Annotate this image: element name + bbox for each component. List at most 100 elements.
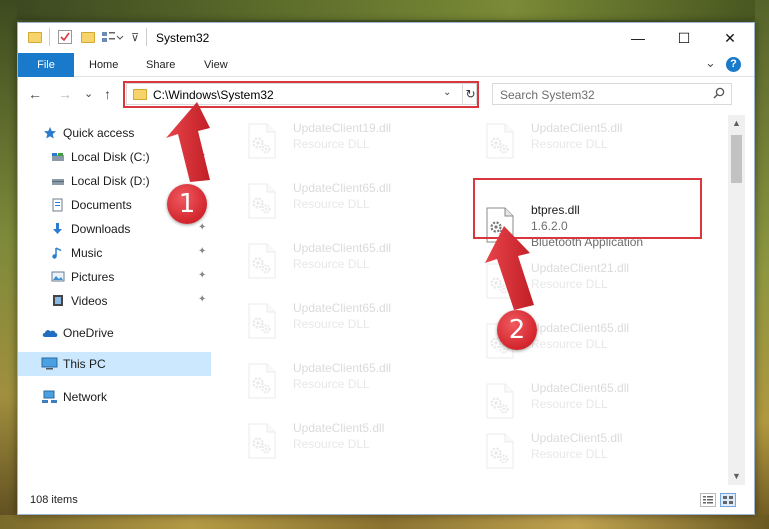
music-icon [51, 246, 64, 259]
callout-badge-2: 2 [497, 310, 537, 350]
callout-badge-1: 1 [167, 184, 207, 224]
forward-button[interactable]: → [58, 86, 72, 102]
dll-file-icon [247, 243, 277, 279]
file-description: Resource DLL [531, 277, 608, 291]
tab-home[interactable]: Home [78, 53, 129, 77]
file-description: Resource DLL [293, 197, 370, 211]
drive-icon [51, 174, 64, 187]
desktop-background-right [755, 0, 769, 529]
file-name: UpdateClient65.dll [531, 381, 630, 395]
drive-icon [51, 150, 64, 163]
large-icons-view-icon[interactable] [720, 493, 736, 507]
item-count: 108 items [30, 494, 78, 506]
close-button[interactable]: ✕ [707, 23, 753, 53]
sidebar-item-pictures[interactable]: Pictures ✦ [18, 266, 211, 288]
tab-file[interactable]: File [18, 53, 74, 77]
file-highlight-box [473, 178, 702, 239]
file-name: UpdateClient65.dll [531, 321, 630, 335]
tab-share[interactable]: Share [135, 53, 186, 77]
list-item[interactable]: UpdateClient5.dll Resource DLL [473, 119, 703, 163]
sidebar-item-label: Quick access [63, 126, 135, 140]
maximize-button[interactable]: ☐ [661, 23, 707, 53]
dll-file-icon [247, 183, 277, 219]
sidebar-item-network[interactable]: Network [18, 386, 211, 408]
computer-icon [41, 357, 58, 370]
sidebar-item-local-disk-c[interactable]: Local Disk (C:) ✦ [18, 146, 211, 168]
dll-file-icon [485, 433, 515, 469]
sidebar-item-label: This PC [63, 357, 106, 371]
pictures-icon [51, 270, 65, 283]
list-item[interactable]: UpdateClient5.dll Resource DLL [473, 429, 703, 473]
search-input[interactable]: Search System32 [492, 83, 732, 105]
cloud-icon [41, 326, 58, 339]
scroll-thumb[interactable] [731, 135, 742, 183]
pin-icon: ✦ [198, 270, 207, 281]
sidebar-item-label: OneDrive [63, 326, 114, 340]
tab-view[interactable]: View [193, 53, 239, 77]
ribbon-tabs: File Home Share View ⌄ ? [18, 53, 754, 77]
file-name: UpdateClient5.dll [531, 121, 623, 135]
scroll-up-icon[interactable]: ▲ [728, 115, 745, 132]
file-name: UpdateClient65.dll [293, 241, 392, 255]
list-item[interactable]: UpdateClient65.dll Resource DLL [235, 359, 465, 403]
details-view-icon[interactable] [700, 493, 716, 507]
scroll-down-icon[interactable]: ▼ [728, 468, 745, 485]
recent-locations-button[interactable]: ⌄ [84, 87, 93, 100]
list-item[interactable]: UpdateClient65.dll Resource DLL [235, 179, 465, 223]
sidebar-item-label: Videos [71, 294, 108, 308]
sidebar-item-label: Local Disk (C:) [71, 150, 150, 164]
sidebar-item-label: Downloads [71, 222, 131, 236]
quick-access-dropdown-icon[interactable]: ⊽ [131, 31, 139, 47]
properties-icon[interactable] [58, 30, 72, 44]
file-description: Resource DLL [293, 377, 370, 391]
file-name: UpdateClient65.dll [293, 361, 392, 375]
list-item[interactable]: UpdateClient65.dll Resource DLL [235, 299, 465, 343]
desktop-background-left [0, 0, 17, 529]
sidebar-item-videos[interactable]: Videos ✦ [18, 290, 211, 312]
window-title: System32 [156, 31, 210, 45]
file-explorer-window: ⊽ System32 — ☐ ✕ File Home Share View ⌄ … [17, 22, 755, 515]
back-button[interactable]: ← [28, 86, 42, 102]
sidebar-item-label: Pictures [71, 270, 115, 284]
file-description: Resource DLL [293, 137, 370, 151]
expand-ribbon-icon[interactable]: ⌄ [705, 55, 716, 71]
file-description: Resource DLL [531, 447, 608, 461]
sidebar-item-onedrive[interactable]: OneDrive [18, 322, 211, 344]
file-description: Resource DLL [293, 317, 370, 331]
documents-icon [51, 198, 64, 212]
minimize-button[interactable]: — [615, 23, 661, 53]
search-icon [713, 87, 725, 102]
title-bar: ⊽ System32 — ☐ ✕ [18, 23, 754, 53]
file-name: UpdateClient21.dll [531, 261, 630, 275]
customize-toolbar-icon[interactable] [102, 31, 124, 43]
folder-icon [28, 32, 42, 43]
file-description: Resource DLL [293, 437, 370, 451]
pin-icon: ✦ [198, 294, 207, 305]
sidebar-item-label: Documents [71, 198, 132, 212]
file-description: Resource DLL [531, 137, 608, 151]
file-description: Resource DLL [531, 337, 608, 351]
title-divider [49, 28, 50, 46]
file-name: UpdateClient5.dll [293, 421, 385, 435]
network-icon [41, 390, 58, 403]
sidebar-item-music[interactable]: Music ✦ [18, 242, 211, 264]
dll-file-icon [247, 303, 277, 339]
list-item[interactable]: UpdateClient21.dll Resource DLL [473, 259, 703, 303]
help-icon[interactable]: ? [726, 57, 741, 72]
sidebar-item-quick-access[interactable]: Quick access [18, 122, 211, 144]
list-item[interactable]: UpdateClient65.dll Resource DLL [235, 239, 465, 283]
pin-icon: ✦ [198, 222, 207, 233]
list-item[interactable]: UpdateClient5.dll Resource DLL [235, 419, 465, 463]
pin-icon: ✦ [198, 174, 207, 185]
file-name: UpdateClient65.dll [293, 301, 392, 315]
vertical-scrollbar[interactable]: ▲ ▼ [728, 115, 745, 485]
file-description: Resource DLL [531, 397, 608, 411]
list-item[interactable]: UpdateClient19.dll Resource DLL [235, 119, 465, 163]
videos-icon [51, 294, 64, 307]
sidebar-item-this-pc[interactable]: This PC [18, 352, 211, 376]
new-folder-icon[interactable] [81, 32, 95, 43]
list-item[interactable]: UpdateClient65.dll Resource DLL [473, 379, 703, 423]
dll-file-icon [485, 383, 515, 419]
file-name: UpdateClient65.dll [293, 181, 392, 195]
up-button[interactable]: ↑ [104, 86, 111, 102]
